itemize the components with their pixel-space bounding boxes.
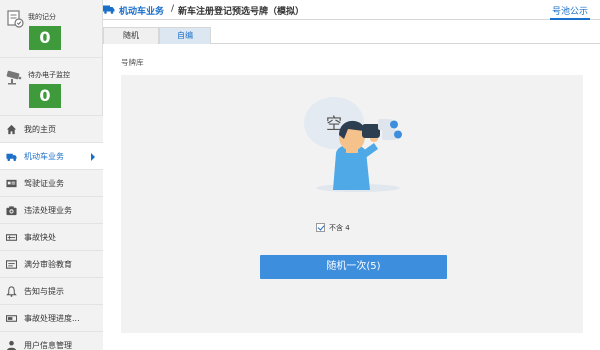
education-icon [6,260,17,269]
accident-icon [6,234,17,241]
tab-random[interactable]: 随机 [103,27,159,44]
truck-icon [103,5,115,14]
random-once-button[interactable]: 随机一次(5) [260,255,447,279]
surveillance-panel[interactable]: 待办电子监控 0 [0,58,102,116]
plate-pool-label: 号牌库 [121,58,144,67]
sidebar-item-user-info[interactable]: 用户信息管理 [0,332,103,350]
score-panel[interactable]: 我的记分 0 [0,0,102,58]
sidebar-item-home[interactable]: 我的主页 [0,116,103,143]
empty-state-illustration: 空 [304,97,402,192]
license-card-icon [6,179,17,188]
chevron-right-icon [91,153,95,161]
tab-bar: 随机 自编 [103,27,600,44]
empty-text: 空 [326,114,342,133]
sidebar-item-notifications[interactable]: 告知与提示 [0,278,103,305]
breadcrumb-separator: / [171,4,175,14]
sidebar-item-label: 我的主页 [24,125,56,134]
pool-notice-underline [550,18,590,20]
sidebar-item-label: 事故处理进度... [24,314,80,323]
progress-icon [6,315,17,322]
sidebar-menu: 我的主页 机动车业务 驾驶证业务 违法处理业务 事故快处 满分审验教育 告知与提… [0,116,103,350]
pool-notice-link[interactable]: 号池公示 [552,4,588,17]
sidebar-item-full-score-education[interactable]: 满分审验教育 [0,251,103,278]
sidebar-item-label: 告知与提示 [24,287,64,296]
page-header: 机动车业务 / 新车注册登记预选号牌（模拟） 号池公示 [103,0,600,20]
truck-icon [6,153,17,161]
camera-icon [6,206,17,216]
sidebar: 我的记分 0 待办电子监控 0 我的主页 机动车业务 驾驶证业务 违法处理业务 … [0,0,103,350]
surveillance-camera-icon [6,70,22,85]
home-icon [6,124,17,135]
sidebar-item-license-business[interactable]: 驾驶证业务 [0,170,103,197]
surveillance-label: 待办电子监控 [28,71,70,79]
bell-icon [6,286,17,297]
exclude-four-label: 不含 4 [329,224,350,232]
sidebar-item-label: 满分审验教育 [24,260,72,269]
sidebar-item-label: 事故快处 [24,233,56,242]
user-icon [7,340,16,350]
surveillance-value[interactable]: 0 [29,84,61,108]
sidebar-item-label: 用户信息管理 [24,341,72,350]
sidebar-item-accident-progress[interactable]: 事故处理进度... [0,305,103,332]
score-label: 我的记分 [28,13,56,21]
sidebar-item-label: 违法处理业务 [24,206,72,215]
score-doc-icon [7,10,24,28]
sidebar-item-violation-business[interactable]: 违法处理业务 [0,197,103,224]
sidebar-item-label: 驾驶证业务 [24,179,64,188]
score-value[interactable]: 0 [29,26,61,50]
sidebar-item-accident-quick[interactable]: 事故快处 [0,224,103,251]
app-root: 我的记分 0 待办电子监控 0 我的主页 机动车业务 驾驶证业务 违法处理业务 … [0,0,600,350]
page-title: 新车注册登记预选号牌（模拟） [178,7,305,17]
exclude-four-checkbox[interactable] [316,223,325,232]
breadcrumb-root-link[interactable]: 机动车业务 [119,4,164,17]
tab-custom[interactable]: 自编 [159,27,211,44]
sidebar-item-label: 机动车业务 [24,152,64,161]
sidebar-item-vehicle-business[interactable]: 机动车业务 [0,143,103,170]
